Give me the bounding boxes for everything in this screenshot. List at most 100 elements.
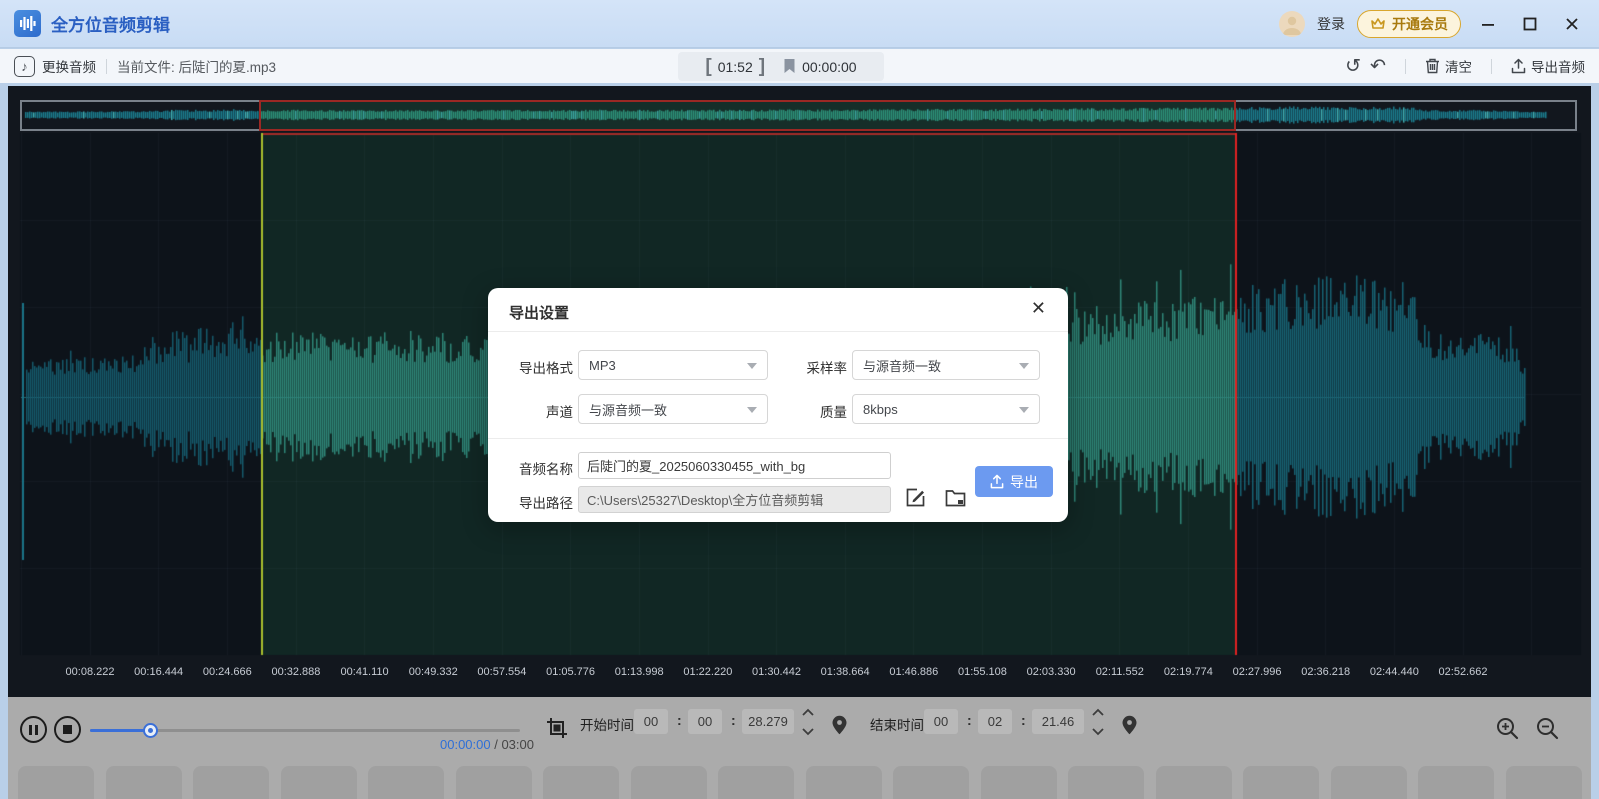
end-time-label: 结束时间 <box>870 714 924 734</box>
start-second-field[interactable]: 28.279 <box>742 709 794 734</box>
export-path-label: 导出路径 <box>493 492 573 512</box>
preset-box[interactable] <box>1156 766 1232 799</box>
timeline-label: 01:22.220 <box>683 666 732 678</box>
current-file-label: 当前文件: 后陡门的夏.mp3 <box>117 56 276 76</box>
app-logo-icon <box>14 10 41 37</box>
upload-icon <box>1511 58 1526 74</box>
preset-box[interactable] <box>631 766 707 799</box>
app-title: 全方位音频剪辑 <box>51 11 170 36</box>
divider <box>1491 59 1492 74</box>
preset-box[interactable] <box>281 766 357 799</box>
timeline-label: 02:44.440 <box>1370 666 1419 678</box>
start-hour-field[interactable]: 00 <box>634 709 668 734</box>
chevron-down-icon <box>747 363 757 369</box>
timeline-label: 00:08.222 <box>66 666 115 678</box>
preset-box[interactable] <box>1243 766 1319 799</box>
pause-button[interactable] <box>20 716 47 743</box>
end-minute-field[interactable]: 02 <box>978 709 1012 734</box>
audio-name-label: 音频名称 <box>493 458 573 478</box>
export-audio-button[interactable]: 导出音频 <box>1511 56 1585 76</box>
vip-label: 开通会员 <box>1392 14 1448 34</box>
timeline-label: 02:11.552 <box>1096 666 1144 678</box>
channel-value: 与源音频一致 <box>589 400 667 419</box>
timeline-label: 01:30.442 <box>752 666 801 678</box>
preset-box[interactable] <box>1331 766 1407 799</box>
bookmark-icon <box>783 59 796 74</box>
close-button[interactable] <box>1557 9 1587 39</box>
format-value: MP3 <box>589 358 616 373</box>
preset-box[interactable] <box>456 766 532 799</box>
colon: : <box>967 712 972 728</box>
audio-name-input[interactable] <box>578 452 891 479</box>
undo-icon[interactable]: ↺ <box>1345 57 1361 76</box>
selection-time-display: [ 01:52 ] 00:00:00 <box>678 52 884 81</box>
preset-box[interactable] <box>18 766 94 799</box>
trash-icon <box>1425 58 1440 74</box>
zoom-out-icon[interactable] <box>1536 717 1559 740</box>
change-audio-button[interactable]: ♪ 更换音频 <box>14 56 96 77</box>
clear-button[interactable]: 清空 <box>1425 56 1472 76</box>
format-dropdown[interactable]: MP3 <box>578 350 768 380</box>
timeline-label: 01:05.776 <box>546 666 595 678</box>
end-second-field[interactable]: 21.46 <box>1032 709 1084 734</box>
end-time-stepper[interactable] <box>1090 708 1106 736</box>
quality-label: 质量 <box>783 401 847 421</box>
preset-box[interactable] <box>543 766 619 799</box>
minimap-selection-box[interactable] <box>259 100 1236 131</box>
timeline-label: 00:49.332 <box>409 666 458 678</box>
bracket-left-icon: [ <box>705 57 711 76</box>
preset-box[interactable] <box>893 766 969 799</box>
start-minute-field[interactable]: 00 <box>688 709 722 734</box>
samplerate-label: 采样率 <box>783 357 847 377</box>
start-time-stepper[interactable] <box>800 708 816 736</box>
change-audio-label: 更换音频 <box>42 56 96 76</box>
end-hour-field[interactable]: 00 <box>924 709 958 734</box>
divider <box>1405 59 1406 74</box>
avatar[interactable] <box>1279 11 1305 37</box>
end-pin-icon[interactable] <box>1121 715 1138 735</box>
seek-handle[interactable] <box>143 723 158 738</box>
timeline-label: 00:41.110 <box>341 666 389 678</box>
maximize-button[interactable] <box>1515 9 1545 39</box>
dialog-close-icon[interactable]: ✕ <box>1031 299 1046 317</box>
preset-box[interactable] <box>806 766 882 799</box>
quality-dropdown[interactable]: 8kbps <box>852 394 1040 424</box>
zoom-in-icon[interactable] <box>1496 717 1519 740</box>
edit-path-icon[interactable] <box>905 487 926 508</box>
seek-fill <box>90 729 150 732</box>
toolbar: ♪ 更换音频 当前文件: 后陡门的夏.mp3 [ 01:52 ] 00:00:0… <box>0 49 1599 83</box>
trim-icon[interactable] <box>546 717 568 739</box>
login-button[interactable]: 登录 <box>1317 14 1345 34</box>
preset-box[interactable] <box>193 766 269 799</box>
channel-dropdown[interactable]: 与源音频一致 <box>578 394 768 424</box>
format-label: 导出格式 <box>493 357 573 377</box>
timeline-label: 00:24.666 <box>203 666 252 678</box>
start-pin-icon[interactable] <box>831 715 848 735</box>
redo-icon[interactable]: ↶ <box>1370 57 1386 76</box>
upload-icon <box>990 474 1004 489</box>
export-confirm-button[interactable]: 导出 <box>975 466 1053 497</box>
divider <box>488 438 1068 439</box>
samplerate-dropdown[interactable]: 与源音频一致 <box>852 350 1040 380</box>
preset-box[interactable] <box>1418 766 1494 799</box>
preset-box[interactable] <box>981 766 1057 799</box>
preset-box[interactable] <box>1068 766 1144 799</box>
preset-box[interactable] <box>106 766 182 799</box>
crown-icon <box>1370 16 1386 32</box>
vip-button[interactable]: 开通会员 <box>1357 10 1461 38</box>
timeline-label: 02:36.218 <box>1301 666 1350 678</box>
open-folder-icon[interactable] <box>945 488 966 507</box>
timeline-label: 01:46.886 <box>889 666 938 678</box>
colon: : <box>731 712 736 728</box>
preset-box[interactable] <box>718 766 794 799</box>
chevron-down-icon <box>1019 363 1029 369</box>
preset-box[interactable] <box>368 766 444 799</box>
divider <box>106 59 107 74</box>
export-path-input[interactable] <box>578 486 891 513</box>
minimize-button[interactable] <box>1473 9 1503 39</box>
chevron-down-icon <box>747 407 757 413</box>
preset-box[interactable] <box>1506 766 1582 799</box>
stop-button[interactable] <box>54 716 81 743</box>
music-note-icon: ♪ <box>14 56 35 77</box>
bracket-right-icon: ] <box>759 57 765 76</box>
